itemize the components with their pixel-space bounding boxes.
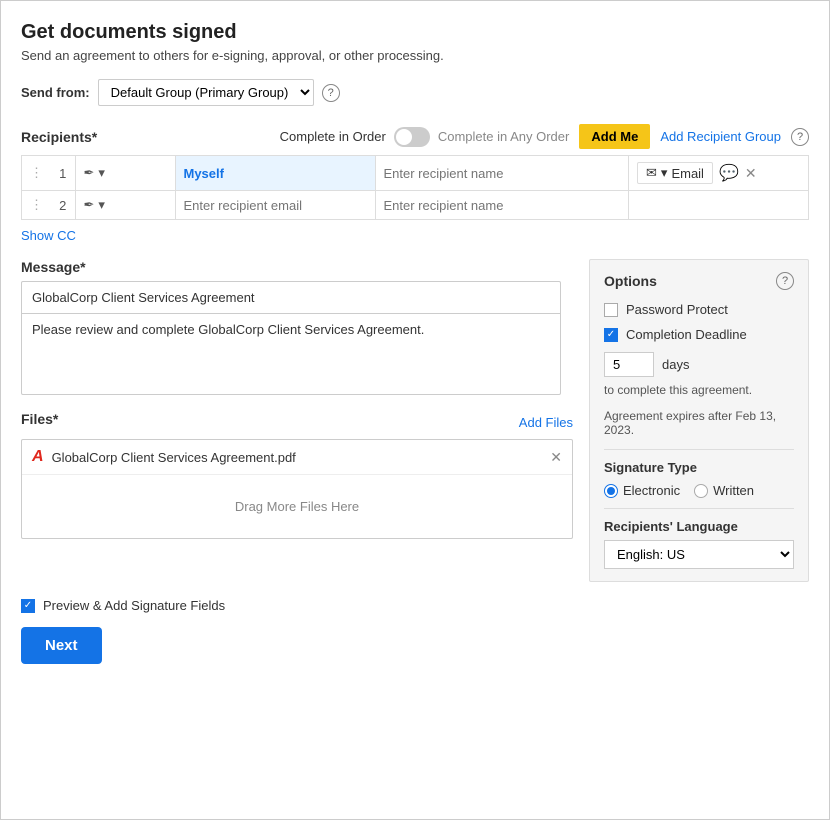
send-from-help-icon[interactable]: ? <box>322 84 340 102</box>
recipients-controls: Complete in Order Complete in Any Order … <box>280 124 809 149</box>
role-icon-2: ✒ <box>84 197 95 213</box>
message-section: Message* GlobalCorp Client Services Agre… <box>21 259 573 395</box>
close-icon-1[interactable]: ✕ <box>745 165 757 182</box>
role-chevron-2: ▾ <box>98 197 105 213</box>
recipients-table: ⋮ 1 ✒ ▾ Myself ✉ ▾ Email <box>21 155 809 220</box>
divider-2 <box>604 508 794 509</box>
role-cell-1[interactable]: ✒ ▾ <box>75 156 175 191</box>
next-button[interactable]: Next <box>21 627 102 664</box>
drag-handle-2[interactable]: ⋮ <box>22 191 52 220</box>
email-cell-2[interactable] <box>175 191 375 220</box>
recipients-label: Recipients* <box>21 129 97 145</box>
table-row: ⋮ 2 ✒ ▾ <box>22 191 809 220</box>
name-cell-1[interactable] <box>375 156 629 191</box>
main-layout: Message* GlobalCorp Client Services Agre… <box>21 259 809 582</box>
email-label-1: Email <box>671 166 704 181</box>
complete-any-order-label: Complete in Any Order <box>438 129 570 144</box>
page-subtitle: Send an agreement to others for e-signin… <box>21 48 809 63</box>
action-chevron-1: ▾ <box>661 165 668 181</box>
files-box: A GlobalCorp Client Services Agreement.p… <box>21 439 573 539</box>
left-col: Message* GlobalCorp Client Services Agre… <box>21 259 573 582</box>
recipients-help-icon[interactable]: ? <box>791 128 809 146</box>
options-title: Options <box>604 273 657 289</box>
options-help-icon[interactable]: ? <box>776 272 794 290</box>
email-badge-1[interactable]: ✉ ▾ Email <box>637 162 713 184</box>
send-from-label: Send from: <box>21 85 90 100</box>
days-label: days <box>662 357 689 372</box>
expire-note-1: to complete this agreement. <box>604 383 794 397</box>
name-input-2[interactable] <box>384 198 621 213</box>
right-col: Options ? Password Protect Completion De… <box>589 259 809 582</box>
add-recipient-group-button[interactable]: Add Recipient Group <box>660 129 781 144</box>
role-cell-2[interactable]: ✒ ▾ <box>75 191 175 220</box>
preview-row: Preview & Add Signature Fields <box>21 598 809 613</box>
written-radio[interactable]: Written <box>694 483 754 498</box>
row-num-2: 2 <box>51 191 75 220</box>
email-cell-1[interactable]: Myself <box>175 156 375 191</box>
complete-in-order-label: Complete in Order <box>280 129 386 144</box>
role-icon-1: ✒ <box>84 165 95 181</box>
sig-type-label: Signature Type <box>604 460 794 475</box>
acrobat-icon: A <box>32 448 44 466</box>
recipients-language-label: Recipients' Language <box>604 519 794 534</box>
file-close-icon[interactable]: ✕ <box>550 449 562 466</box>
toggle-knob <box>396 129 412 145</box>
message-icon-1[interactable]: 💬 <box>719 163 739 183</box>
name-input-1[interactable] <box>384 166 621 181</box>
file-item: A GlobalCorp Client Services Agreement.p… <box>22 440 572 475</box>
completion-deadline-row: Completion Deadline <box>604 327 794 342</box>
days-row: days <box>604 352 794 377</box>
drag-handle-1[interactable]: ⋮ <box>22 156 52 191</box>
action-cell-1: ✉ ▾ Email 💬 ✕ <box>629 156 809 191</box>
email-input-2[interactable] <box>184 198 367 213</box>
expire-note-2: Agreement expires after Feb 13, 2023. <box>604 409 794 437</box>
password-protect-label: Password Protect <box>626 302 728 317</box>
file-name: GlobalCorp Client Services Agreement.pdf <box>52 450 543 465</box>
password-protect-row: Password Protect <box>604 302 794 317</box>
files-section: Files* Add Files A GlobalCorp Client Ser… <box>21 411 573 539</box>
radio-row: Electronic Written <box>604 483 794 498</box>
myself-label: Myself <box>184 166 224 181</box>
files-label: Files* <box>21 411 58 427</box>
order-row: Complete in Order Complete in Any Order <box>280 127 570 147</box>
add-me-button[interactable]: Add Me <box>579 124 650 149</box>
language-select[interactable]: English: US <box>604 540 794 569</box>
email-action-1: ✉ ▾ Email 💬 ✕ <box>637 162 800 184</box>
password-protect-checkbox[interactable] <box>604 303 618 317</box>
preview-label: Preview & Add Signature Fields <box>43 598 225 613</box>
role-chevron-1: ▾ <box>98 165 105 181</box>
electronic-radio[interactable]: Electronic <box>604 483 680 498</box>
complete-in-order-toggle[interactable] <box>394 127 430 147</box>
options-box: Options ? Password Protect Completion De… <box>589 259 809 582</box>
page-title: Get documents signed <box>21 21 809 44</box>
message-body[interactable]: Please review and complete GlobalCorp Cl… <box>22 314 560 394</box>
completion-deadline-label: Completion Deadline <box>626 327 747 342</box>
show-cc-link[interactable]: Show CC <box>21 228 76 243</box>
row-num-1: 1 <box>51 156 75 191</box>
files-header: Files* Add Files <box>21 411 573 433</box>
send-from-select[interactable]: Default Group (Primary Group) <box>98 79 314 106</box>
role-selector-2[interactable]: ✒ ▾ <box>84 197 167 213</box>
preview-checkbox[interactable] <box>21 599 35 613</box>
electronic-radio-circle[interactable] <box>604 484 618 498</box>
completion-deadline-checkbox[interactable] <box>604 328 618 342</box>
message-box: GlobalCorp Client Services Agreement Ple… <box>21 281 561 395</box>
drag-drop-area[interactable]: Drag More Files Here <box>22 475 572 538</box>
table-row: ⋮ 1 ✒ ▾ Myself ✉ ▾ Email <box>22 156 809 191</box>
written-radio-circle[interactable] <box>694 484 708 498</box>
days-input[interactable] <box>604 352 654 377</box>
message-label: Message* <box>21 259 573 275</box>
written-label: Written <box>713 483 754 498</box>
message-subject[interactable]: GlobalCorp Client Services Agreement <box>22 282 560 314</box>
divider-1 <box>604 449 794 450</box>
send-from-row: Send from: Default Group (Primary Group)… <box>21 79 809 106</box>
name-cell-2[interactable] <box>375 191 629 220</box>
envelope-icon-1: ✉ <box>646 165 657 181</box>
electronic-label: Electronic <box>623 483 680 498</box>
action-cell-2 <box>629 191 809 220</box>
recipients-header: Recipients* Complete in Order Complete i… <box>21 124 809 149</box>
add-files-link[interactable]: Add Files <box>519 415 573 430</box>
options-header: Options ? <box>604 272 794 290</box>
role-selector-1[interactable]: ✒ ▾ <box>84 165 167 181</box>
